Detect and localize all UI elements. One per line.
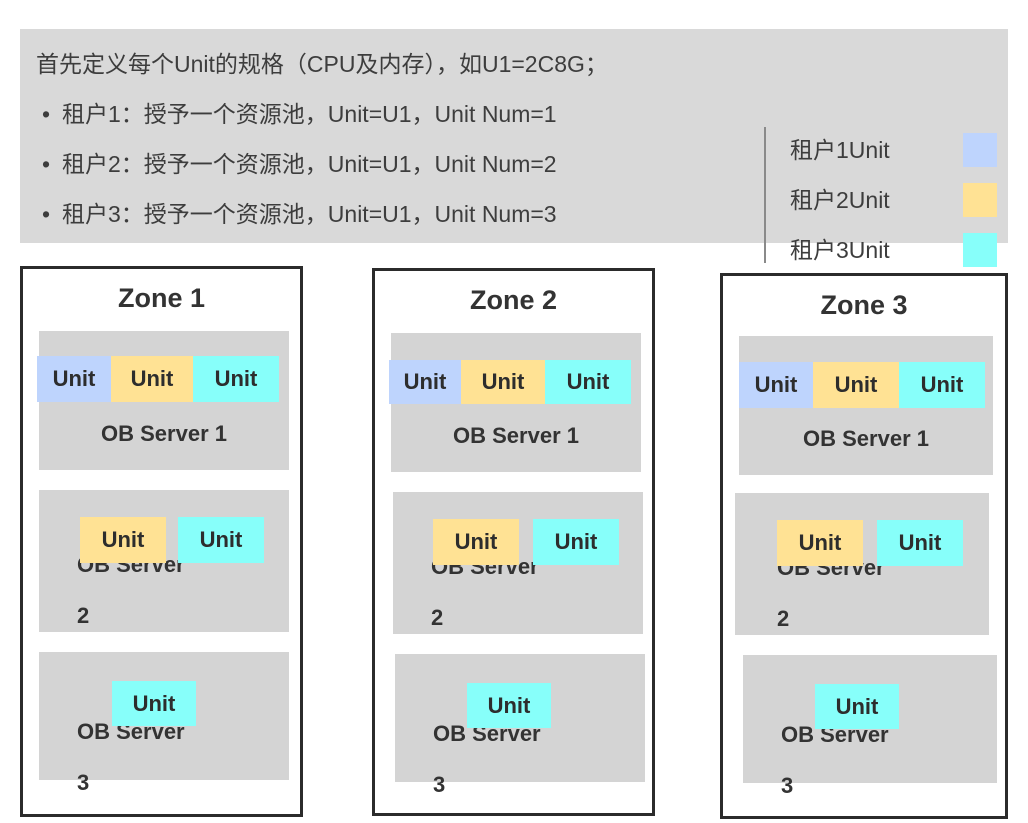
unit-label: Unit: [835, 693, 879, 719]
zone-3-title: Zone 3: [820, 290, 908, 320]
zone-3: Zone 3 OB Server 1 Unit Unit Unit OB Ser…: [720, 273, 1008, 819]
bullet-glyph-icon: •: [42, 151, 51, 177]
unit-label: Unit: [101, 527, 145, 552]
zone-1-server-1-label: OB Server 1: [101, 421, 227, 446]
unit-label: Unit: [214, 366, 258, 391]
zone-3-server-3-unit-tenant3: Unit: [815, 684, 899, 729]
zone-1-server-1-unit-tenant3: Unit: [193, 356, 279, 402]
legend-divider: [764, 127, 766, 263]
zone-2-server-1-unit-tenant2: Unit: [461, 360, 545, 404]
unit-label: Unit: [481, 369, 525, 394]
zone-3-server-1-unit-tenant1: Unit: [739, 362, 813, 408]
zone-3-server-1-unit-tenant2: Unit: [813, 362, 899, 408]
zone-2-server-1-unit-tenant3: Unit: [545, 360, 631, 404]
zone-3-server-2-unit-tenant3: Unit: [877, 520, 963, 566]
legend-item-tenant1: 租户1Unit: [790, 125, 1005, 175]
legend-item-tenant2-label: 租户2Unit: [790, 187, 890, 213]
zone-3-server-1-label: OB Server 1: [803, 426, 929, 451]
legend-item-tenant1-label: 租户1Unit: [790, 137, 890, 163]
legend-swatch-tenant2: [963, 183, 997, 217]
description-panel: 首先定义每个Unit的规格（CPU及内存），如U1=2C8G； • 租户1：授予…: [20, 29, 1008, 267]
legend: 租户1Unit 租户2Unit 租户3Unit: [790, 125, 1005, 275]
unit-label: Unit: [132, 690, 176, 716]
description-bullet-2-text: 租户2：授予一个资源池，Unit=U1，Unit Num=2: [62, 151, 557, 177]
zone-1-title: Zone 1: [117, 283, 205, 313]
description-bullet-1-text: 租户1：授予一个资源池，Unit=U1，Unit Num=1: [62, 101, 557, 127]
zone-2: Zone 2 OB Server 1 Unit Unit Unit OB Ser…: [372, 268, 655, 816]
legend-item-tenant3-label: 租户3Unit: [790, 237, 890, 263]
description-bullet-3: • 租户3：授予一个资源池，Unit=U1，Unit Num=3: [36, 189, 736, 239]
zone-2-server-2-label-line2: 2: [431, 605, 444, 630]
legend-item-tenant3: 租户3Unit: [790, 225, 1005, 275]
unit-label: Unit: [898, 530, 942, 555]
unit-label: Unit: [554, 529, 598, 554]
zone-1-server-1-unit-tenant2: Unit: [111, 356, 193, 402]
zone-2-server-3-unit-tenant3: Unit: [467, 683, 551, 728]
unit-label: Unit: [403, 369, 447, 394]
zone-1-server-3-label-line2: 3: [77, 770, 90, 795]
zone-1: Zone 1 OB Server 1 Unit Unit Unit OB Ser…: [20, 266, 303, 817]
unit-label: Unit: [754, 372, 798, 397]
zone-1-server-2-unit-tenant2: Unit: [80, 517, 166, 563]
legend-item-tenant2: 租户2Unit: [790, 175, 1005, 225]
zone-3-server-1-unit-tenant3: Unit: [899, 362, 985, 408]
zone-1-server-1-unit-tenant1: Unit: [37, 356, 111, 402]
zone-2-server-3-label-line2: 3: [433, 772, 446, 797]
unit-label: Unit: [798, 530, 842, 555]
description-text-column: 首先定义每个Unit的规格（CPU及内存），如U1=2C8G； • 租户1：授予…: [36, 39, 736, 239]
unit-label: Unit: [487, 692, 531, 718]
unit-label: Unit: [454, 529, 498, 554]
description-bullet-1: • 租户1：授予一个资源池，Unit=U1，Unit Num=1: [36, 89, 736, 139]
unit-label: Unit: [920, 372, 964, 397]
zone-2-title: Zone 2: [469, 285, 557, 315]
unit-label: Unit: [52, 366, 96, 391]
unit-label: Unit: [566, 369, 610, 394]
legend-swatch-tenant1: [963, 133, 997, 167]
legend-swatch-tenant3: [963, 233, 997, 267]
zone-1-server-2-unit-tenant3: Unit: [178, 517, 264, 563]
zone-2-server-1-label: OB Server 1: [453, 423, 579, 448]
unit-label: Unit: [199, 527, 243, 552]
zone-3-server-3-label-line2: 3: [781, 773, 794, 798]
unit-label: Unit: [834, 372, 878, 397]
zone-1-server-3-unit-tenant3: Unit: [112, 681, 196, 726]
zone-3-server-2-unit-tenant2: Unit: [777, 520, 863, 566]
zone-1-server-2-label-line2: 2: [77, 603, 90, 628]
bullet-glyph-icon: •: [42, 101, 51, 127]
description-bullet-2: • 租户2：授予一个资源池，Unit=U1，Unit Num=2: [36, 139, 736, 189]
zone-2-server-2-unit-tenant2: Unit: [433, 519, 519, 565]
description-intro-line: 首先定义每个Unit的规格（CPU及内存），如U1=2C8G；: [36, 51, 608, 77]
unit-label: Unit: [130, 366, 174, 391]
zone-3-server-2-label-line2: 2: [777, 606, 790, 631]
zone-2-server-2-unit-tenant3: Unit: [533, 519, 619, 565]
bullet-glyph-icon: •: [42, 201, 51, 227]
zone-2-server-1-unit-tenant1: Unit: [389, 360, 461, 404]
description-bullet-3-text: 租户3：授予一个资源池，Unit=U1，Unit Num=3: [62, 201, 557, 227]
